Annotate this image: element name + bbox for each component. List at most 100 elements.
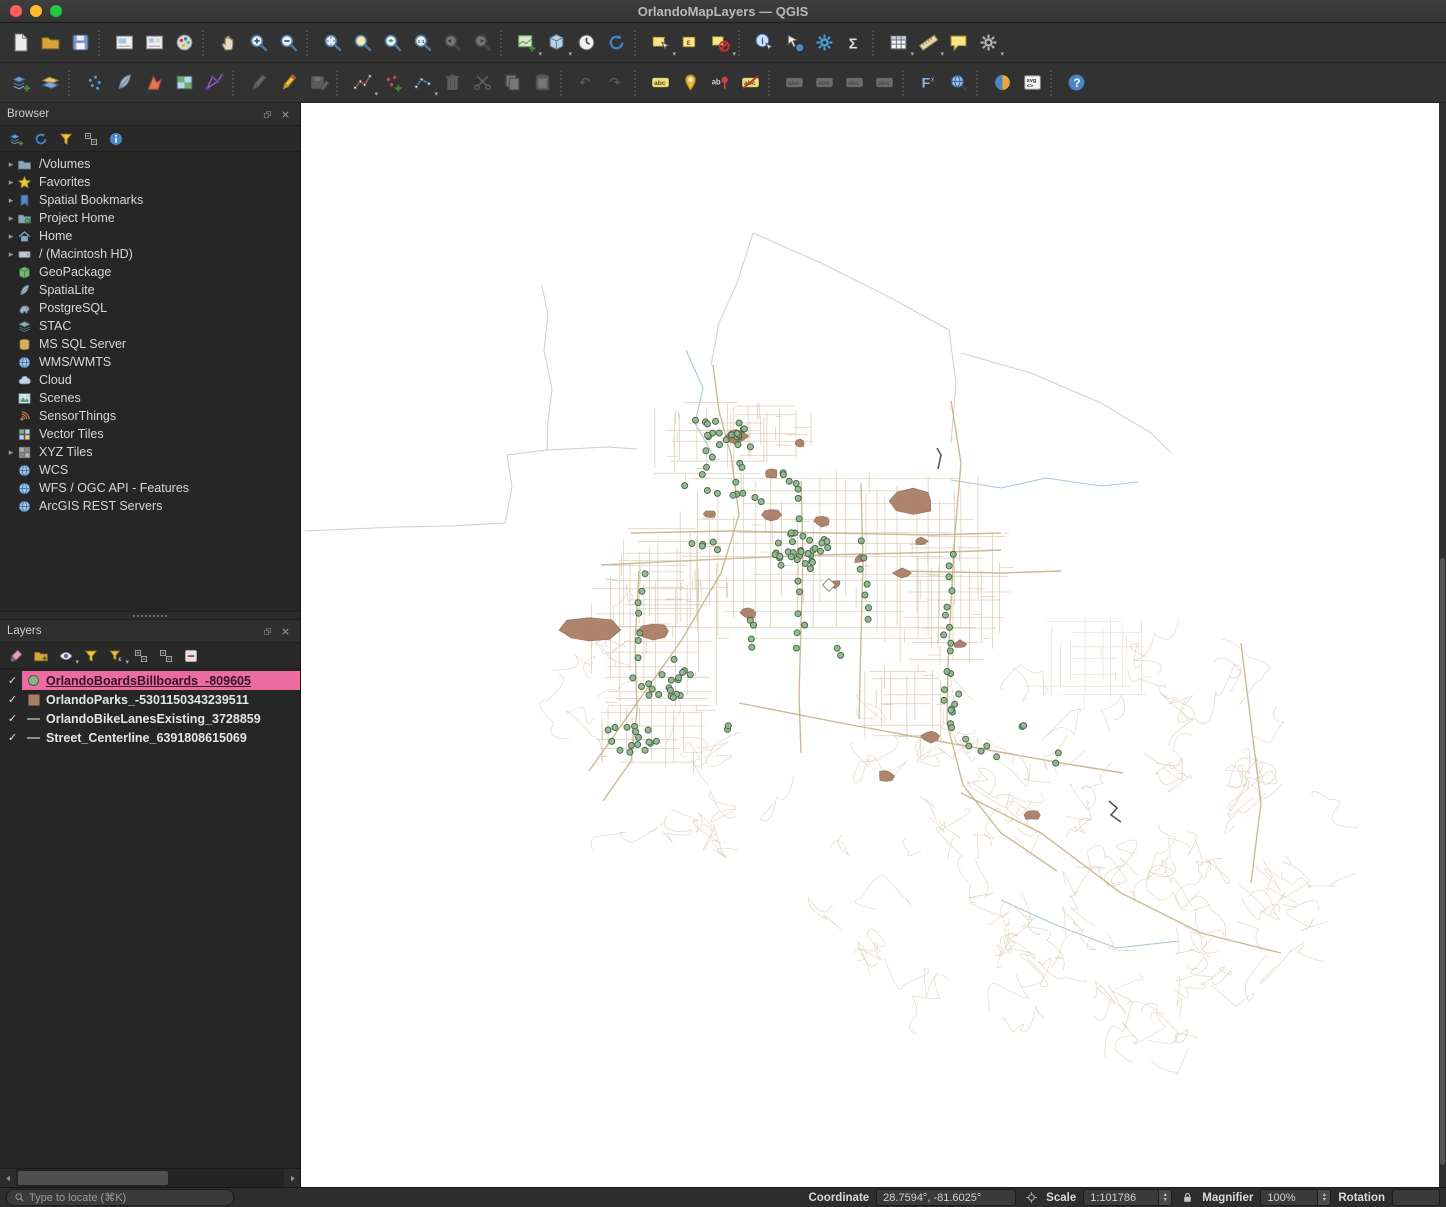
- rotation-field[interactable]: [1392, 1189, 1440, 1206]
- magnifier-value[interactable]: 100%: [1260, 1189, 1318, 1206]
- browser-item-scenes[interactable]: Scenes: [0, 389, 300, 407]
- coordinate-field[interactable]: 28.7594°, -81.6025°: [876, 1189, 1017, 1206]
- zoom-window-button[interactable]: [50, 5, 62, 17]
- magnifier-stepper[interactable]: ▴ ▾: [1317, 1189, 1332, 1206]
- browser-item-ms-sql-server[interactable]: MS SQL Server: [0, 335, 300, 353]
- measure-button[interactable]: ▾: [913, 28, 944, 58]
- browser-item-sensorthings[interactable]: SensorThings: [0, 407, 300, 425]
- processing-toolbox-button[interactable]: [809, 28, 839, 58]
- open-project-button[interactable]: [35, 28, 65, 58]
- scale-combo[interactable]: 1:101786 ▴ ▾: [1083, 1189, 1173, 1206]
- scrollbar-track[interactable]: [16, 1169, 284, 1187]
- zoom-native-button[interactable]: 1:1: [407, 28, 437, 58]
- pin-labels-button[interactable]: ab: [705, 68, 735, 98]
- browser-item-vector-tiles[interactable]: Vector Tiles: [0, 425, 300, 443]
- coordinate-capture-icon[interactable]: [1023, 1190, 1039, 1206]
- add-point-feature-button[interactable]: [377, 68, 407, 98]
- panel-splitter[interactable]: [0, 611, 300, 620]
- browser-item-project-home[interactable]: ▸ Project Home: [0, 209, 300, 227]
- close-window-button[interactable]: [10, 5, 22, 17]
- layer-diagram-button[interactable]: [675, 68, 705, 98]
- manage-map-themes-button[interactable]: ▾: [54, 645, 79, 667]
- new-project-button[interactable]: [5, 28, 35, 58]
- run-feature-action-button[interactable]: [779, 28, 809, 58]
- new-shapefile-layer-button[interactable]: [139, 68, 169, 98]
- new-3d-map-view-button[interactable]: ▾: [541, 28, 572, 58]
- field-calculator-button[interactable]: Fx: [913, 68, 943, 98]
- collapse-all-layers-button[interactable]: [154, 645, 177, 667]
- osm-place-search-button[interactable]: [987, 68, 1017, 98]
- map-scrollbar-thumb[interactable]: [1440, 558, 1445, 1166]
- filter-legend-button[interactable]: [79, 645, 102, 667]
- new-virtual-layer-button[interactable]: [199, 68, 229, 98]
- new-map-view-button[interactable]: ▾: [511, 28, 542, 58]
- zoom-to-layer-button[interactable]: [377, 28, 407, 58]
- pan-map-button[interactable]: [213, 28, 243, 58]
- add-spatialite-layer-button[interactable]: [109, 68, 139, 98]
- deselect-all-button[interactable]: ▾: [705, 28, 736, 58]
- scrollbar-thumb[interactable]: [18, 1171, 168, 1185]
- browser-item-volumes[interactable]: ▸ /Volumes: [0, 155, 300, 173]
- show-layout-manager-button[interactable]: [139, 28, 169, 58]
- browser-item-postgresql[interactable]: PostgreSQL: [0, 299, 300, 317]
- open-layer-styling-button[interactable]: [4, 645, 27, 667]
- scale-value[interactable]: 1:101786: [1083, 1189, 1159, 1206]
- annotations-button[interactable]: ▾: [973, 28, 1004, 58]
- open-data-source-manager-button[interactable]: [5, 68, 35, 98]
- close-panel-icon[interactable]: [278, 107, 293, 121]
- add-vector-layer-button[interactable]: [35, 68, 65, 98]
- browser-item-favorites[interactable]: ▸ Favorites: [0, 173, 300, 191]
- browser-item-spatialite[interactable]: SpatiaLite: [0, 281, 300, 299]
- zoom-in-button[interactable]: [243, 28, 273, 58]
- lock-scale-icon[interactable]: [1179, 1190, 1195, 1206]
- svg-annotation-button[interactable]: svg <>: [1017, 68, 1047, 98]
- temporal-controller-button[interactable]: [571, 28, 601, 58]
- float-panel-icon[interactable]: [260, 624, 275, 638]
- zoom-full-button[interactable]: [317, 28, 347, 58]
- add-selected-layers-button[interactable]: [4, 128, 27, 150]
- collapse-all-button[interactable]: [79, 128, 102, 150]
- map-vertical-scrollbar[interactable]: [1439, 103, 1446, 1187]
- remove-layer-button[interactable]: [179, 645, 202, 667]
- scale-stepper[interactable]: ▴ ▾: [1158, 1189, 1173, 1206]
- browser-properties-button[interactable]: [104, 128, 127, 150]
- layer-row-orlandoparks-5301150343239511[interactable]: ✓ OrlandoParks_-5301150343239511: [0, 690, 300, 709]
- zoom-to-selection-button[interactable]: [347, 28, 377, 58]
- layer-visibility-checkbox[interactable]: ✓: [5, 711, 20, 726]
- add-group-button[interactable]: [29, 645, 52, 667]
- filter-by-expression-button[interactable]: ε ▾: [104, 645, 129, 667]
- expand-arrow-icon[interactable]: ▸: [5, 249, 17, 260]
- filter-browser-button[interactable]: [54, 128, 77, 150]
- expand-arrow-icon[interactable]: ▸: [5, 159, 17, 170]
- browser-item-cloud[interactable]: Cloud: [0, 371, 300, 389]
- select-by-expression-button[interactable]: ε: [675, 28, 705, 58]
- map-canvas[interactable]: [301, 103, 1446, 1187]
- layer-visibility-checkbox[interactable]: ✓: [5, 692, 20, 707]
- browser-item-wfs-ogc-api-features[interactable]: WFS / OGC API - Features: [0, 479, 300, 497]
- horizontal-scrollbar[interactable]: [0, 1168, 300, 1187]
- magnifier-spinbox[interactable]: 100% ▴ ▾: [1260, 1189, 1332, 1206]
- browser-item-macintosh-hd[interactable]: ▸ / (Macintosh HD): [0, 245, 300, 263]
- layer-visibility-checkbox[interactable]: ✓: [5, 730, 20, 745]
- expand-arrow-icon[interactable]: ▸: [5, 177, 17, 188]
- identify-features-button[interactable]: i: [749, 28, 779, 58]
- scroll-right-icon[interactable]: [284, 1169, 300, 1187]
- minimize-window-button[interactable]: [30, 5, 42, 17]
- browser-item-arcgis-rest-servers[interactable]: ArcGIS REST Servers: [0, 497, 300, 515]
- add-raster-layer-button[interactable]: [169, 68, 199, 98]
- refresh-browser-button[interactable]: [29, 128, 52, 150]
- scroll-left-icon[interactable]: [0, 1169, 16, 1187]
- expand-arrow-icon[interactable]: ▸: [5, 195, 17, 206]
- toggle-editing-button[interactable]: [273, 68, 303, 98]
- browser-item-home[interactable]: ▸ Home: [0, 227, 300, 245]
- browser-item-wms-wmts[interactable]: WMS/WMTS: [0, 353, 300, 371]
- digitize-with-segment-button[interactable]: ▾: [347, 68, 378, 98]
- expand-arrow-icon[interactable]: ▸: [5, 231, 17, 242]
- layer-row-street-centerline-6391808615069[interactable]: ✓ Street_Centerline_6391808615069: [0, 728, 300, 747]
- add-point-cloud-layer-button[interactable]: [79, 68, 109, 98]
- style-manager-button[interactable]: [169, 28, 199, 58]
- expand-arrow-icon[interactable]: ▸: [5, 447, 17, 458]
- expand-arrow-icon[interactable]: ▸: [5, 213, 17, 224]
- layer-visibility-checkbox[interactable]: ✓: [5, 673, 20, 688]
- unpin-labels-button[interactable]: abc: [735, 68, 765, 98]
